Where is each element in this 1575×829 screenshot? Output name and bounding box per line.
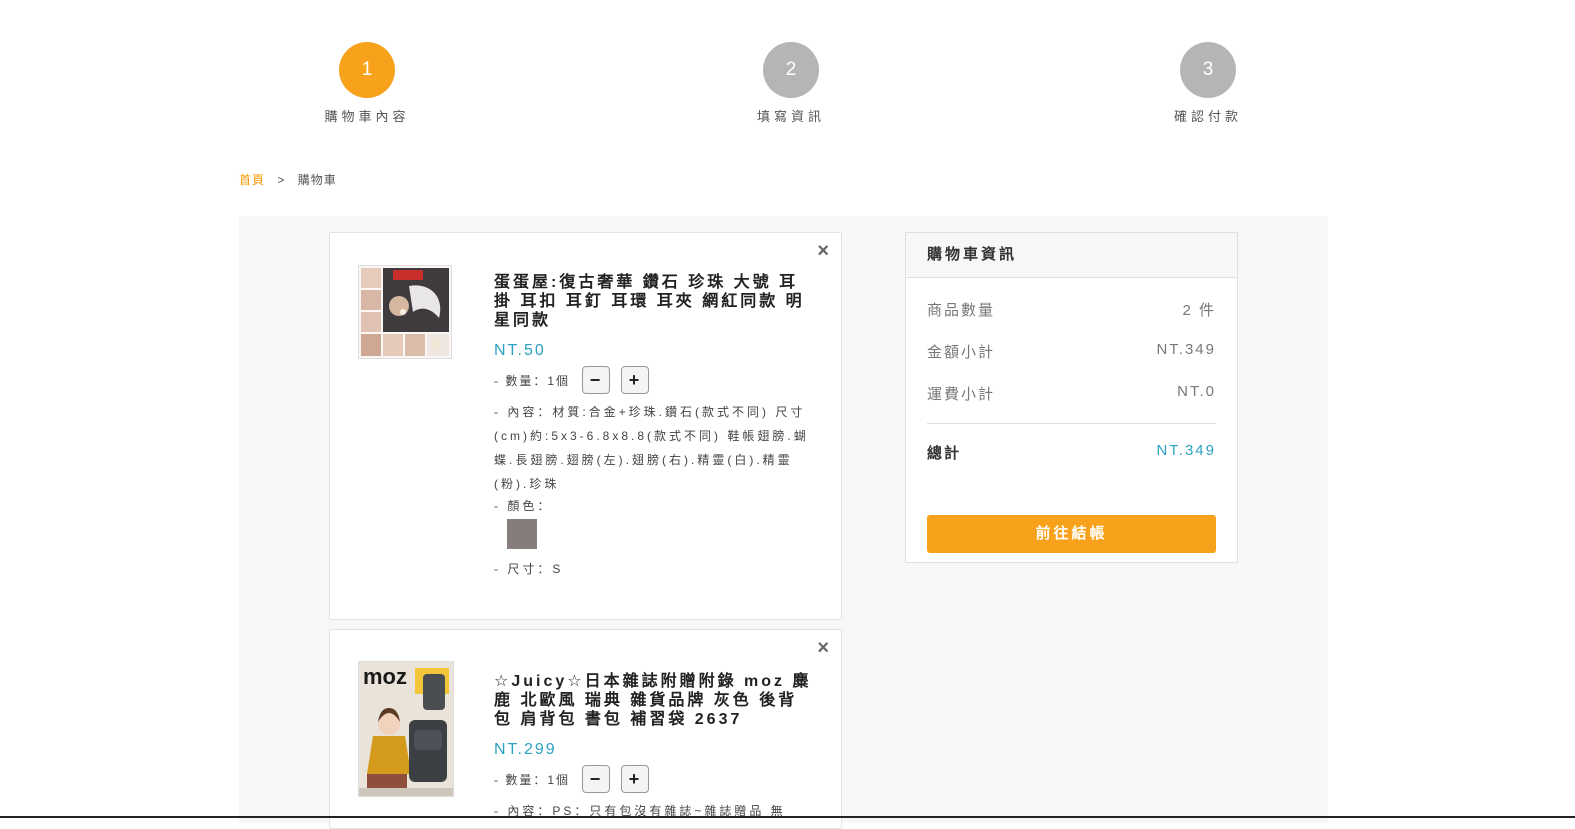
summary-quantity-row: 商品數量 2 件 [927, 299, 1216, 320]
remove-item-button[interactable]: × [817, 241, 829, 261]
product-image[interactable] [358, 265, 452, 359]
quantity-label: - 數量：1個 [494, 373, 571, 388]
shipping-label: 運費小計 [927, 386, 996, 403]
size-label: - 尺寸：S [494, 562, 564, 576]
bottom-border [0, 816, 1575, 818]
item-info: 蛋蛋屋:復古奢華 鑽石 珍珠 大號 耳掛 耳扣 耳釘 耳環 耳夾 網紅同款 明星… [494, 273, 814, 579]
color-swatch [507, 519, 537, 549]
item-title[interactable]: 蛋蛋屋:復古奢華 鑽石 珍珠 大號 耳掛 耳扣 耳釘 耳環 耳夾 網紅同款 明星… [494, 273, 814, 330]
quantity-row: - 數量：1個 − + [494, 366, 814, 394]
summary-divider [927, 423, 1216, 424]
step-number: 2 [763, 42, 819, 98]
breadcrumb-home-link[interactable]: 首頁 [239, 173, 265, 187]
checkout-steps: 1 購物車內容 2 填寫資訊 3 確認付款 [0, 42, 1575, 132]
item-info: ☆Juicy☆日本雜誌附贈附錄 moz 麋鹿 北歐風 瑞典 雜貨品牌 灰色 後背… [494, 672, 814, 823]
cart-item: × moz ☆Juicy☆日本雜誌附贈附錄 moz 麋鹿 北歐風 瑞典 雜貨品牌… [329, 629, 842, 829]
subtotal-label: 金額小計 [927, 344, 996, 361]
earring-product-image [359, 266, 451, 358]
step-number: 1 [339, 42, 395, 98]
remove-item-button[interactable]: × [817, 638, 829, 658]
quantity-value: 2 件 [1182, 302, 1216, 319]
product-image[interactable]: moz [358, 661, 454, 797]
color-label: - 顏色： [494, 499, 553, 513]
summary-shipping-row: 運費小計 NT.0 [927, 383, 1216, 404]
cart-summary: 購物車資訊 商品數量 2 件 金額小計 NT.349 運費小計 NT.0 總計 … [905, 232, 1238, 563]
quantity-row: - 數量：1個 − + [494, 765, 814, 793]
total-label: 總計 [927, 445, 962, 462]
step-number: 3 [1180, 42, 1236, 98]
shipping-value: NT.0 [1177, 383, 1216, 400]
checkout-button[interactable]: 前往結帳 [927, 515, 1216, 553]
total-value: NT.349 [1156, 442, 1216, 459]
step-1: 1 購物車內容 [307, 42, 427, 125]
decrease-quantity-button[interactable]: − [582, 366, 611, 394]
increase-quantity-button[interactable]: + [621, 765, 650, 793]
quantity-label: - 數量：1個 [494, 772, 571, 787]
summary-subtotal-row: 金額小計 NT.349 [927, 341, 1216, 362]
summary-title: 購物車資訊 [906, 233, 1237, 278]
item-price: NT.50 [494, 342, 546, 359]
breadcrumb: 首頁 > 購物車 [239, 171, 337, 188]
step-3: 3 確認付款 [1148, 42, 1268, 125]
step-label: 確認付款 [1173, 109, 1242, 124]
summary-total-row: 總計 NT.349 [927, 442, 1216, 463]
item-title[interactable]: ☆Juicy☆日本雜誌附贈附錄 moz 麋鹿 北歐風 瑞典 雜貨品牌 灰色 後背… [494, 672, 814, 729]
step-label: 購物車內容 [324, 109, 410, 124]
item-price: NT.299 [494, 741, 557, 758]
increase-quantity-button[interactable]: + [621, 366, 650, 394]
breadcrumb-separator: > [277, 173, 286, 187]
cart-item: × 蛋蛋屋:復古奢華 鑽石 珍珠 大號 耳掛 耳扣 耳釘 耳環 耳夾 網紅同款 … [329, 232, 842, 620]
subtotal-value: NT.349 [1156, 341, 1216, 358]
magazine-logo: moz [363, 664, 407, 689]
breadcrumb-current: 購物車 [297, 173, 337, 187]
quantity-label: 商品數量 [927, 302, 996, 319]
step-2: 2 填寫資訊 [731, 42, 851, 125]
step-label: 填寫資訊 [756, 109, 825, 124]
item-content: - 內容：PS：只有包沒有雜誌~雜誌贈品 無 [494, 804, 786, 818]
decrease-quantity-button[interactable]: − [582, 765, 611, 793]
magazine-product-image: moz [359, 662, 453, 796]
item-content: - 內容：材質:合金+珍珠.鑽石(款式不同) 尺寸(cm)約:5x3-6.8x8… [494, 405, 809, 491]
